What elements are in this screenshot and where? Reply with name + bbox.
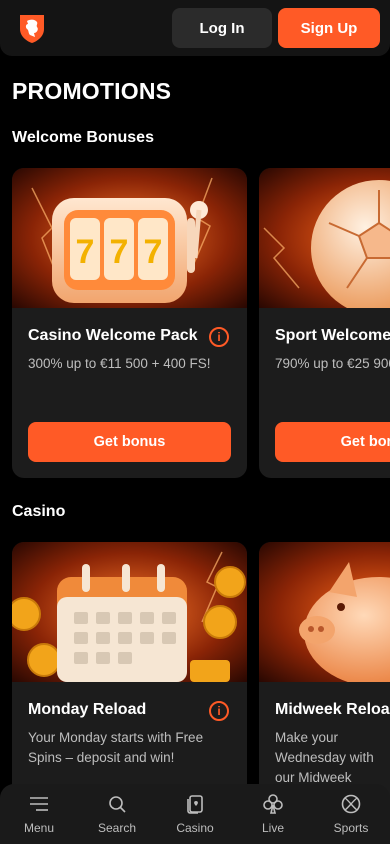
soccer-ball-image xyxy=(259,168,390,308)
nav-item-menu[interactable]: Menu xyxy=(4,784,74,844)
card-title: Casino Welcome Pack xyxy=(28,327,198,344)
promo-card-sport-welcome-pack[interactable]: Sport Welcome Pack 790% up to €25 900 Ge… xyxy=(259,168,390,478)
nav-label: Sports xyxy=(333,821,369,835)
signup-button[interactable]: Sign Up xyxy=(278,8,380,48)
nav-item-casino[interactable]: Casino xyxy=(160,784,230,844)
search-icon xyxy=(109,796,126,813)
section-title-casino: Casino xyxy=(12,503,66,520)
nav-label: Menu xyxy=(23,821,55,835)
promo-card-casino-welcome-pack[interactable]: 7 7 7 Casino Welcome Pack i 300% up to €… xyxy=(12,168,247,478)
page-title: PROMOTIONS xyxy=(12,78,172,104)
info-icon[interactable]: i xyxy=(209,327,229,347)
calendar-coins-image xyxy=(12,542,247,682)
card-description: 790% up to €25 900 xyxy=(275,356,390,371)
club-icon xyxy=(263,794,283,814)
slot-machine-image: 7 7 7 xyxy=(12,168,247,308)
bottom-navigation: Menu Search Casino Live Sports xyxy=(0,784,390,844)
svg-text:7: 7 xyxy=(144,233,163,271)
top-header: Log In Sign Up xyxy=(0,0,390,56)
nav-item-live[interactable]: Live xyxy=(238,784,308,844)
login-button[interactable]: Log In xyxy=(172,8,272,48)
ball-icon xyxy=(341,794,361,814)
card-title: Midweek Reload xyxy=(275,701,390,718)
svg-text:7: 7 xyxy=(76,233,95,271)
card-description: Your Monday starts with Free Spins – dep… xyxy=(28,730,204,765)
card-title: Monday Reload xyxy=(28,701,147,718)
nav-item-sports[interactable]: Sports xyxy=(316,784,386,844)
info-icon[interactable]: i xyxy=(209,701,229,721)
section-title-welcome-bonuses: Welcome Bonuses xyxy=(12,129,154,146)
get-bonus-button[interactable]: Get bonus xyxy=(275,422,390,462)
nav-label: Live xyxy=(261,821,284,835)
menu-icon xyxy=(30,797,48,811)
welcome-bonuses-carousel[interactable]: 7 7 7 Casino Welcome Pack i 300% up to €… xyxy=(12,168,390,488)
get-bonus-button[interactable]: Get bonus xyxy=(28,422,231,462)
nav-label: Search xyxy=(97,821,137,835)
casino-cards-icon xyxy=(187,795,203,814)
piggy-bank-image xyxy=(259,542,390,682)
brand-logo-icon[interactable] xyxy=(16,12,48,44)
nav-label: Casino xyxy=(176,821,214,835)
card-title: Sport Welcome Pack xyxy=(275,327,390,344)
nav-item-search[interactable]: Search xyxy=(82,784,152,844)
card-description: 300% up to €11 500 + 400 FS! xyxy=(28,356,211,371)
svg-text:7: 7 xyxy=(110,233,129,271)
